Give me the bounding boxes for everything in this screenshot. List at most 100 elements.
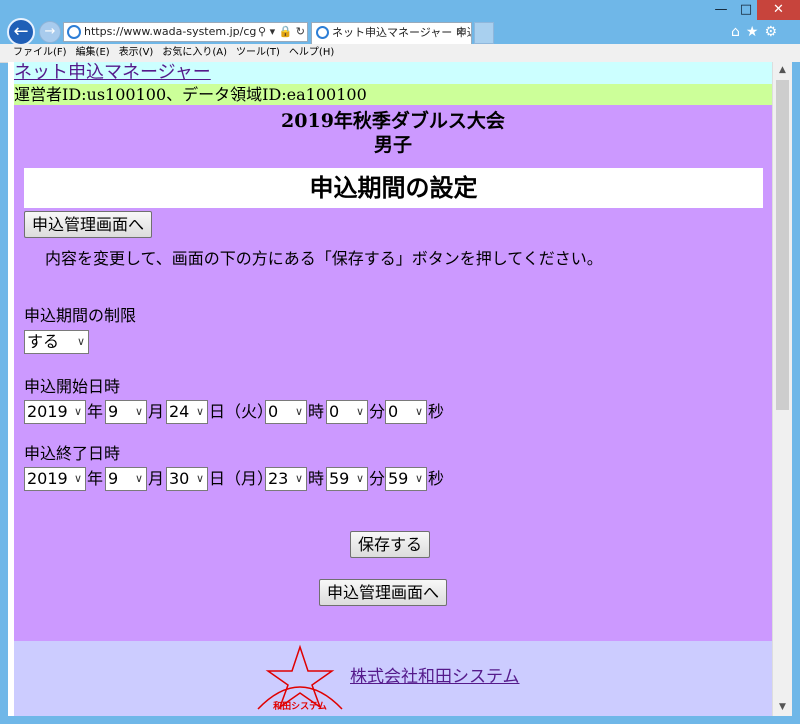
chevron-down-icon: ∨ [134,405,143,418]
scroll-thumb[interactable] [776,80,789,410]
minimize-button[interactable]: — [709,0,733,20]
browser-titlebar: — □ ✕ ← → https://www.wada-system.jp/cgi… [0,0,800,46]
menu-edit[interactable]: 編集(E) [76,47,110,58]
address-url: https://www.wada-system.jp/cgi-bir [84,25,278,38]
minute-unit: 分 [369,402,386,421]
end-hour-value: 23 [268,469,289,488]
start-day-select[interactable]: 24 ∨ [166,400,208,424]
end-hour-select[interactable]: 23 ∨ [265,467,307,491]
company-link[interactable]: 株式会社和田システム [350,666,520,688]
maximize-button[interactable]: □ [734,0,758,20]
start-year-value: 2019 [27,402,68,421]
window-border [792,62,800,724]
start-second-value: 0 [388,402,399,421]
start-year-select[interactable]: 2019 ∨ [24,400,86,424]
chevron-down-icon: ∨ [355,472,364,485]
page-title: 申込期間の設定 [24,168,763,208]
end-second-value: 59 [388,469,409,488]
end-minute-select[interactable]: 59 ∨ [326,467,368,491]
year-unit: 年 [87,469,104,488]
year-unit: 年 [87,402,104,421]
instruction-text: 内容を変更して、画面の下の方にある「保存する」ボタンを押してください。 [45,249,603,268]
start-hour-value: 0 [268,402,279,421]
chevron-down-icon: ∨ [76,335,85,348]
site-header: ネット申込マネージャー [14,62,772,84]
end-minute-value: 59 [329,469,350,488]
chevron-down-icon: ∨ [355,405,364,418]
tab-title: ネット申込マネージャー 申込... [332,26,471,39]
end-month-value: 9 [108,469,119,488]
forward-arrow-icon[interactable]: → [39,21,61,43]
hour-unit: 時 [308,402,325,421]
menu-tools[interactable]: ツール(T) [236,47,280,58]
end-weekday: 日（月） [209,469,274,488]
chevron-down-icon: ∨ [73,472,82,485]
start-datetime-label: 申込開始日時 [24,377,121,396]
toolbar-icons[interactable]: ⌂★⚙ [731,24,783,40]
start-month-select[interactable]: 9 ∨ [105,400,147,424]
end-year-value: 2019 [27,469,68,488]
event-title: 2019年秋季ダブルス大会 [281,110,505,132]
wada-system-logo: 和田システム [257,644,343,712]
chevron-down-icon: ∨ [195,472,204,485]
address-bar[interactable]: https://www.wada-system.jp/cgi-bir ⚲ ▾ 🔒… [63,22,308,42]
menu-bar: ファイル(F) 編集(E) 表示(V) お気に入り(A) ツール(T) ヘルプ(H) [0,44,800,63]
end-day-select[interactable]: 30 ∨ [166,467,208,491]
chevron-down-icon: ∨ [414,472,423,485]
start-hour-select[interactable]: 0 ∨ [265,400,307,424]
menu-favorites[interactable]: お気に入り(A) [162,47,227,58]
end-month-select[interactable]: 9 ∨ [105,467,147,491]
page-viewport: ネット申込マネージャー 運営者ID:us100100、データ領域ID:ea100… [8,62,772,716]
back-to-management-button[interactable]: 申込管理画面へ [24,211,153,238]
window-border [0,716,800,724]
limit-label: 申込期間の制限 [24,306,137,325]
bottom-back-to-management-button[interactable]: 申込管理画面へ [319,579,448,606]
chevron-down-icon: ∨ [134,472,143,485]
ie-logo-icon [67,25,81,39]
menu-view[interactable]: 表示(V) [119,47,154,58]
close-window-button[interactable]: ✕ [757,0,800,20]
minute-unit: 分 [369,469,386,488]
limit-select[interactable]: する ∨ [24,330,89,354]
address-actions-icon[interactable]: ⚲ ▾ 🔒 ↻ [256,23,305,41]
chevron-down-icon: ∨ [294,472,303,485]
start-month-value: 9 [108,402,119,421]
end-year-select[interactable]: 2019 ∨ [24,467,86,491]
operator-info: 運営者ID:us100100、データ領域ID:ea100100 [14,84,772,105]
main-panel: 2019年秋季ダブルス大会 男子 申込期間の設定 申込管理画面へ 内容を変更して… [14,105,772,641]
end-second-select[interactable]: 59 ∨ [385,467,427,491]
menu-file[interactable]: ファイル(F) [13,47,67,58]
new-tab-button[interactable] [474,22,494,44]
save-button[interactable]: 保存する [350,531,431,558]
month-unit: 月 [148,402,165,421]
scroll-up-arrow-icon[interactable]: ▲ [773,62,792,79]
start-minute-value: 0 [329,402,340,421]
back-arrow-icon[interactable]: ← [7,18,35,46]
event-category: 男子 [373,134,412,156]
site-title-link[interactable]: ネット申込マネージャー [14,62,211,83]
start-day-value: 24 [169,402,190,421]
gear-icon[interactable]: ⚙ [764,24,783,40]
start-second-select[interactable]: 0 ∨ [385,400,427,424]
tab-ie-icon [316,26,329,39]
limit-value: する [27,332,60,351]
chevron-down-icon: ∨ [414,405,423,418]
hour-unit: 時 [308,469,325,488]
scroll-down-arrow-icon[interactable]: ▼ [773,699,792,716]
vertical-scrollbar[interactable]: ▲ ▼ [772,62,792,716]
chevron-down-icon: ∨ [294,405,303,418]
end-day-value: 30 [169,469,190,488]
start-weekday: 日（火） [209,402,274,421]
chevron-down-icon: ∨ [73,405,82,418]
end-datetime-label: 申込終了日時 [24,444,121,463]
site-footer: 和田システム 株式会社和田システム [14,641,772,716]
start-minute-select[interactable]: 0 ∨ [326,400,368,424]
home-icon[interactable]: ⌂ [731,24,746,40]
chevron-down-icon: ∨ [195,405,204,418]
tab-close-icon[interactable]: × [455,23,466,43]
month-unit: 月 [148,469,165,488]
favorites-star-icon[interactable]: ★ [746,24,765,40]
browser-tab[interactable]: ネット申込マネージャー 申込... × [311,22,472,44]
menu-help[interactable]: ヘルプ(H) [289,47,334,58]
logo-text: 和田システム [272,700,327,712]
